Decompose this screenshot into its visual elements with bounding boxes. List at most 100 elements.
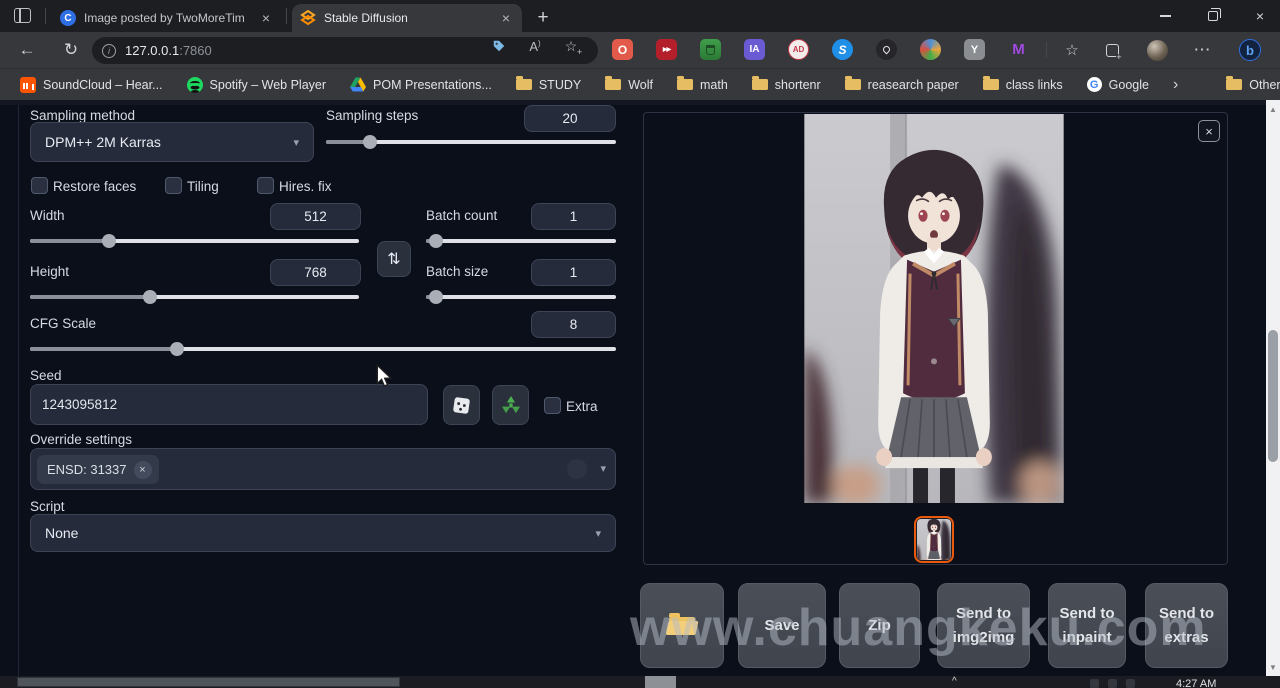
chevron-down-icon[interactable]: ▾ [600, 462, 606, 475]
clear-all-icon[interactable] [567, 459, 587, 479]
settings-menu-icon[interactable]: ⋯ [1190, 38, 1214, 62]
gradio-favicon [300, 10, 316, 26]
url-port: :7860 [179, 43, 212, 58]
shopping-tag-icon[interactable] [488, 36, 510, 56]
bookmark-pom-presentations[interactable]: POM Presentations... [350, 77, 492, 92]
bookmark-folder-math[interactable]: math [677, 78, 728, 92]
collections-icon[interactable]: + [1100, 38, 1124, 62]
swap-dimensions-button[interactable]: ⇅ [377, 241, 411, 277]
script-dropdown[interactable]: None ▾ [30, 514, 616, 552]
tab-close-icon[interactable]: × [258, 10, 274, 26]
script-label: Script [30, 499, 65, 514]
ext-globe-icon[interactable] [920, 39, 941, 60]
bookmark-folder-study[interactable]: STUDY [516, 78, 581, 92]
slider-handle[interactable] [170, 342, 184, 356]
window-close-button[interactable]: × [1240, 0, 1280, 32]
slider-handle[interactable] [143, 290, 157, 304]
workspaces-icon[interactable] [14, 8, 31, 23]
bottom-strip: ^ 4:27 AM [0, 676, 1280, 688]
slider-handle[interactable] [429, 290, 443, 304]
sampling-steps-slider[interactable] [326, 135, 616, 149]
read-aloud-icon[interactable]: A) [524, 36, 546, 56]
ext-trash-icon[interactable] [700, 39, 721, 60]
bookmarks-overflow-chevron[interactable]: › [1173, 76, 1178, 94]
batch-size-input[interactable]: 1 [531, 259, 616, 286]
height-slider[interactable] [30, 290, 359, 304]
ext-adblock-icon[interactable]: AD [788, 39, 809, 60]
hires-fix-checkbox[interactable] [257, 177, 274, 194]
bookmark-spotify[interactable]: Spotify – Web Player [187, 77, 327, 93]
scrollbar-thumb[interactable] [1268, 330, 1278, 462]
tab-divider [286, 8, 287, 24]
bookmark-folder-class-links[interactable]: class links [983, 78, 1063, 92]
tab-close-icon[interactable]: × [498, 10, 514, 26]
bookmark-soundcloud[interactable]: SoundCloud – Hear... [20, 77, 163, 93]
random-seed-button[interactable] [443, 385, 480, 425]
copilot-icon[interactable]: b [1238, 38, 1262, 62]
new-tab-button[interactable]: + [530, 5, 556, 31]
bookmark-folder-shortenr[interactable]: shortenr [752, 78, 821, 92]
bookmark-folder-wolf[interactable]: Wolf [605, 78, 653, 92]
folder-icon [677, 79, 693, 90]
tiling-checkbox[interactable] [165, 177, 182, 194]
generated-image[interactable] [804, 114, 1064, 503]
width-input[interactable]: 512 [270, 203, 361, 230]
seed-input[interactable]: 1243095812 [30, 384, 428, 425]
chip-remove-icon[interactable]: × [134, 461, 152, 479]
folder-icon [605, 79, 621, 90]
slider-handle[interactable] [429, 234, 443, 248]
hidden-icons-caret[interactable]: ^ [952, 676, 957, 687]
gallery-thumbnail-selected[interactable] [914, 516, 954, 563]
bookmark-folder-reasearch-paper[interactable]: reasearch paper [845, 78, 959, 92]
tray-icon [1108, 679, 1117, 688]
back-button[interactable]: ← [12, 36, 42, 64]
override-settings-label: Override settings [30, 432, 132, 447]
ext-shazam-icon[interactable]: S [832, 39, 853, 60]
toolbar-divider [1046, 42, 1047, 58]
gallery-close-button[interactable]: × [1198, 120, 1220, 142]
reuse-seed-button[interactable] [492, 385, 529, 425]
add-favorite-icon[interactable]: ☆+ [560, 36, 582, 56]
ext-video-speed-icon[interactable]: ▶▶ [656, 39, 677, 60]
other-favorites[interactable]: Other favorites [1226, 78, 1280, 92]
window-restore-button[interactable] [1193, 0, 1233, 32]
slider-handle[interactable] [102, 234, 116, 248]
sampling-method-dropdown[interactable]: DPM++ 2M Karras ▾ [30, 122, 314, 162]
address-bar[interactable]: i 127.0.0.1 :7860 [92, 37, 598, 64]
bookmark-google[interactable]: GGoogle [1087, 77, 1149, 92]
batch-size-label: Batch size [426, 264, 488, 279]
cfg-scale-slider[interactable] [30, 342, 616, 356]
tab-civitai[interactable]: C Image posted by TwoMoreTimes × [52, 4, 282, 32]
profile-avatar[interactable] [1145, 38, 1169, 62]
window-minimize-button[interactable] [1145, 0, 1185, 32]
slider-handle[interactable] [363, 135, 377, 149]
site-info-icon[interactable]: i [102, 44, 116, 58]
restore-faces-checkbox[interactable] [31, 177, 48, 194]
refresh-button[interactable]: ↻ [56, 36, 86, 64]
batch-size-slider[interactable] [426, 290, 616, 304]
ext-monica-icon[interactable]: M [1008, 39, 1029, 60]
chevron-down-icon: ▾ [293, 136, 299, 149]
batch-count-input[interactable]: 1 [531, 203, 616, 230]
sampling-steps-input[interactable]: 20 [524, 105, 616, 132]
width-slider[interactable] [30, 234, 359, 248]
vertical-scrollbar[interactable]: ▲ ▼ [1266, 100, 1280, 676]
ext-o-icon[interactable]: O [612, 39, 633, 60]
favorites-menu-icon[interactable]: ☆ [1060, 38, 1084, 62]
tab-stable-diffusion[interactable]: Stable Diffusion × [292, 4, 522, 32]
cfg-scale-input[interactable]: 8 [531, 311, 616, 338]
stable-diffusion-page: Sampling method DPM++ 2M Karras ▾ Sampli… [0, 100, 1266, 676]
ext-y-icon[interactable]: Y [964, 39, 985, 60]
scroll-up-icon[interactable]: ▲ [1266, 102, 1280, 116]
override-chip[interactable]: ENSD: 31337 × [37, 455, 159, 484]
taskbar-fragment [645, 676, 676, 688]
height-input[interactable]: 768 [270, 259, 361, 286]
ext-ia-icon[interactable]: IA [744, 39, 765, 60]
seed-label: Seed [30, 368, 62, 383]
batch-count-slider[interactable] [426, 234, 616, 248]
scroll-down-icon[interactable]: ▼ [1266, 660, 1280, 674]
horizontal-scrollbar-thumb[interactable] [17, 677, 400, 687]
ext-pin-icon[interactable] [876, 39, 897, 60]
override-settings-box[interactable]: ENSD: 31337 × ▾ [30, 448, 616, 490]
extra-seed-checkbox[interactable] [544, 397, 561, 414]
